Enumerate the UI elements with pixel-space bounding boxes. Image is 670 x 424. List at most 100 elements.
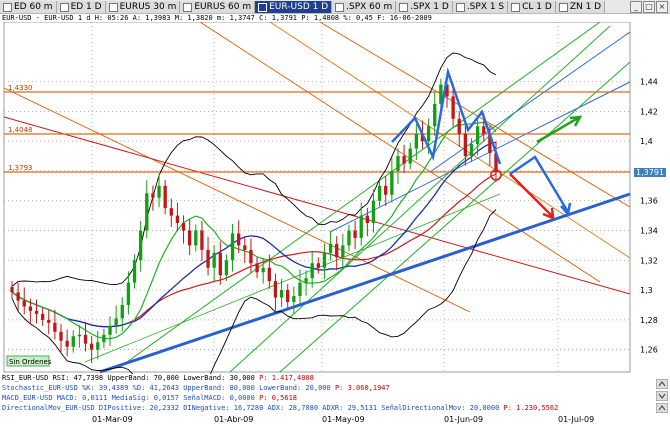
candle-body [310,263,314,279]
candle-body [390,170,394,195]
indicator-value: P: 1.230,5562 [503,404,559,412]
candle-body [261,267,265,273]
indicator-text: RSI_EUR-USD RSI: 47,7398 UpperBand: 70,0… [2,374,260,382]
tab-spx-1-s[interactable]: .SPX 1 S [452,1,509,13]
maximize-button[interactable]: □ [643,1,655,13]
candle-body [457,118,461,134]
candle-body [433,103,437,127]
tab-label: ED 60 m [14,2,53,12]
close-button[interactable]: × [656,1,668,13]
chart-window-icon [258,2,268,12]
x-tick-label: 01-Mar-09 [92,415,133,424]
y-tick-label: 1,44 [640,78,658,87]
tab-label: .SPX 60 m [346,2,393,12]
candle-body [65,340,69,347]
tab-eur-usd-1-d[interactable]: EUR-USD 1 D [255,1,333,13]
candle-body [475,126,480,145]
tab-label: CL 1 D [522,2,552,12]
tab-spx-60-m[interactable]: .SPX 60 m [332,1,397,13]
candle-body [163,185,167,209]
x-tick-label: 01-May-09 [322,415,365,424]
indicator-line: Stochastic_EUR-USD %K: 39,4389 %D: 41,26… [2,384,390,392]
candle-body [371,200,376,224]
candle-body [126,282,131,305]
tab-label: EURUS 30 m [119,2,177,12]
price-level-label: 1,3793 [8,164,33,172]
minimize-button[interactable]: _ [630,1,642,13]
candle-body [304,278,308,283]
candle-body [335,243,339,258]
x-tick-label: 01-Abr-09 [214,415,254,424]
price-level-label: 1,4048 [8,126,33,134]
candle-body [83,334,88,344]
candle-body [212,252,216,268]
y-tick-label: 1,34 [640,227,658,236]
tab-ed-60-m[interactable]: ED 60 m [0,1,57,13]
price-chart[interactable]: 1,261,281,31,321,341,361,381,41,421,441,… [0,22,670,374]
candle-body [175,215,180,224]
candle-body [224,260,229,276]
chart-window-icon [335,2,345,12]
tab-eurus-30-m[interactable]: EURUS 30 m [105,1,181,13]
indicator-line: RSI_EUR-USD RSI: 47,7398 UpperBand: 70,0… [2,374,314,382]
candle-body [206,249,210,268]
y-tick-label: 1,32 [640,256,658,265]
scroll-down-button[interactable] [655,386,669,402]
candle-body [249,249,253,264]
tab-zn-1-d[interactable]: ZN 1 D [555,1,606,13]
tab-cl-1-d[interactable]: CL 1 D [508,1,556,13]
y-tick-label: 1,26 [640,346,658,355]
candle-body [469,144,474,157]
indicator-value: P: 0,5618 [259,394,298,402]
candle-body [120,304,124,319]
candle-body [132,260,137,283]
candle-body [188,230,192,246]
tab-label: .SPX 1 S [466,2,505,12]
candle-body [40,313,45,320]
candle-body [22,300,26,307]
candle-body [194,230,198,246]
tab-ed-1-d[interactable]: ED 1 D [56,1,106,13]
candle-body [463,133,468,157]
candle-body [377,185,382,201]
scroll-up-button-2[interactable] [655,398,669,414]
candle-body [298,282,302,297]
candle-body [316,263,320,268]
candle-body [47,319,51,323]
candle-body [426,126,431,142]
candle-body [273,281,278,298]
y-tick-label: 1,36 [640,197,658,206]
tab-label: ZN 1 D [569,2,602,12]
chart-window-icon [59,2,69,12]
candle-body [89,343,94,350]
y-tick-label: 1,3 [640,286,653,295]
chart-window-icon [455,2,465,12]
price-level-label: 1,4330 [8,84,33,92]
candle-body [96,342,100,350]
candle-body [114,318,118,326]
candle-body [53,322,57,332]
candle-body [408,148,412,164]
y-tick-label: 1,4 [640,137,653,146]
chart-window-icon [399,2,409,12]
indicator-value: P: 3.060,1947 [334,384,390,392]
chart-window-icon [108,2,118,12]
candle-body [169,208,173,216]
tab-label: EURUS 60 m [194,2,252,12]
indicator-value: P: 1.417,4008 [259,374,314,382]
candle-body [384,185,388,195]
tab-label: ED 1 D [70,2,102,12]
candle-body [218,252,222,276]
y-tick-label: 1,28 [640,316,658,325]
candle-body [181,223,186,231]
candle-body [59,331,63,341]
y-tick-label: 1,42 [640,107,658,116]
candle-body [77,334,82,337]
candle-body [279,290,284,298]
tab-spx-1-d[interactable]: .SPX 1 D [396,1,453,13]
scroll-up-button[interactable] [655,374,669,390]
candle-body [359,215,363,238]
chart-tab-bar: ED 60 m ED 1 D EURUS 30 m EURUS 60 m EUR-USD… [0,0,670,14]
indicator-line: DirectionalMov_EUR-USD DIPositive: 20,23… [2,404,558,412]
tab-eurus-60-m[interactable]: EURUS 60 m [180,1,256,13]
